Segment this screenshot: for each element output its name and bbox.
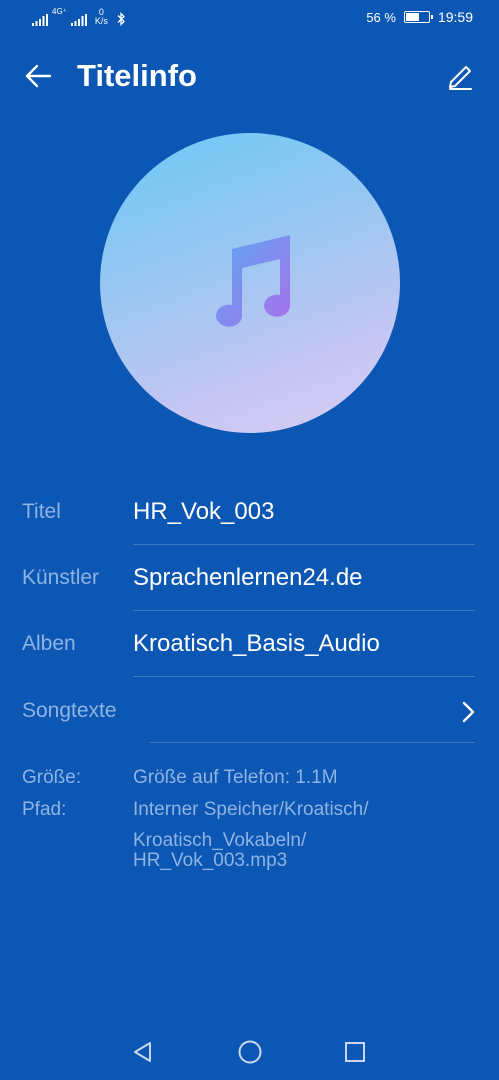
network-type: 4G⁺ <box>52 7 67 16</box>
edit-button[interactable] <box>440 56 480 96</box>
nav-recents-button[interactable] <box>340 1037 370 1067</box>
album-artwork <box>100 133 400 433</box>
nav-home-button[interactable] <box>235 1037 265 1067</box>
lyrics-row[interactable]: Songtexte <box>0 679 499 743</box>
artist-label: Künstler <box>22 566 100 589</box>
recents-square-icon <box>345 1042 365 1062</box>
pencil-icon <box>449 66 472 90</box>
battery-percent: 56 % <box>366 9 396 25</box>
path-line: Interner Speicher/Kroatisch/ <box>133 799 369 820</box>
system-nav-bar <box>0 1025 499 1080</box>
arrow-left-icon <box>25 64 52 88</box>
back-button[interactable] <box>18 56 58 96</box>
clock: 19:59 <box>437 9 473 25</box>
divider <box>133 676 475 677</box>
screen: 4G⁺ 0 K/s 56 % 19:59 Titelinfo Titel HR_… <box>0 0 499 1080</box>
status-left: 4G⁺ 0 K/s <box>32 8 126 26</box>
artist-row[interactable]: Künstler Sprachenlernen24.de <box>0 545 499 611</box>
artist-value[interactable]: Sprachenlernen24.de <box>133 545 363 611</box>
status-bar: 4G⁺ 0 K/s 56 % 19:59 <box>0 0 499 36</box>
net-speed-unit: K/s <box>94 16 108 26</box>
path-line: HR_Vok_003.mp3 <box>133 850 288 871</box>
signal-icon <box>32 14 48 26</box>
nav-back-button[interactable] <box>128 1037 158 1067</box>
battery-icon <box>403 11 433 23</box>
size-label: Größe: <box>22 767 82 788</box>
back-triangle-icon <box>134 1042 151 1062</box>
title-label: Titel <box>22 500 61 523</box>
lyrics-label: Songtexte <box>22 699 117 722</box>
app-header: Titelinfo <box>0 46 499 106</box>
path-label: Pfad: <box>22 799 67 820</box>
album-row[interactable]: Alben Kroatisch_Basis_Audio <box>0 611 499 677</box>
title-value[interactable]: HR_Vok_003 <box>133 479 274 545</box>
music-note-icon <box>216 235 291 327</box>
chevron-right-icon <box>462 701 475 723</box>
signal-icon <box>70 14 87 26</box>
net-speed: 0 K/s <box>95 8 108 26</box>
title-row[interactable]: Titel HR_Vok_003 <box>0 479 499 545</box>
status-right: 56 % 19:59 <box>366 9 473 25</box>
home-circle-icon <box>238 1040 262 1064</box>
size-value: Größe auf Telefon: 1.1M <box>133 767 338 788</box>
divider <box>150 742 475 743</box>
bluetooth-icon <box>117 12 125 26</box>
battery-fill <box>405 13 420 21</box>
album-label: Alben <box>22 632 76 655</box>
page-title: Titelinfo <box>77 58 197 93</box>
album-value[interactable]: Kroatisch_Basis_Audio <box>133 611 380 677</box>
